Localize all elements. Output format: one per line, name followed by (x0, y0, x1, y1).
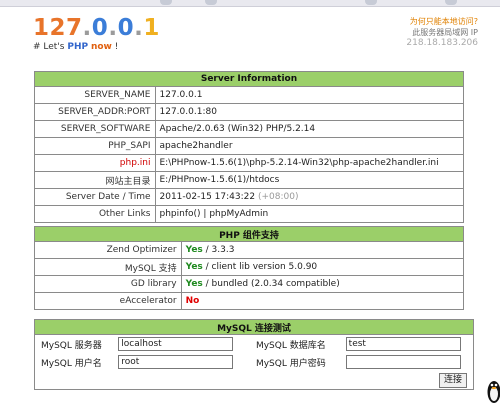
qq-penguin-icon (487, 381, 500, 403)
phpinfo-link[interactable]: phpinfo() (160, 209, 201, 219)
row-key: 网站主目录 (34, 171, 156, 189)
table-row: Other Links phpinfo() | phpMyAdmin (34, 205, 464, 223)
logo-char: 7 (66, 15, 83, 41)
logo-char: 1 (143, 15, 160, 41)
table-row: 网站主目录 E:/PHPnow-1.5.6(1)/htdocs (34, 171, 464, 189)
server-ip-info: 为何只能本地访问? 此服务器局域网 IP 218.18.183.206 (406, 16, 478, 49)
component-detail: / 3.3.3 (202, 245, 235, 255)
row-value: Yes / client lib version 5.0.90 (180, 258, 465, 276)
tab-edge (205, 0, 217, 5)
mysql-user-label: MySQL 用户名 (41, 358, 102, 369)
mysql-dbname-input[interactable]: test (345, 337, 461, 351)
row-key: GD library (34, 275, 182, 293)
status-badge: Yes (185, 279, 203, 289)
row-value: 2011-02-15 17:43:22 (+08:00) (154, 188, 464, 206)
mysql-password-label: MySQL 用户密码 (255, 358, 326, 369)
tab-edge (160, 0, 172, 5)
status-badge: Yes (185, 245, 203, 255)
mysql-user-input[interactable]: root (118, 355, 234, 369)
tagline-now: now (90, 42, 112, 52)
logo-char: 0 (117, 15, 135, 41)
timezone-offset: (+08:00) (257, 192, 299, 202)
php-ini-key: php.ini (34, 154, 156, 172)
logo-char: 0 (91, 15, 109, 41)
mysql-server-label: MySQL 服务器 (41, 340, 102, 351)
php-components-title: PHP 组件支持 (34, 226, 464, 242)
link-separator: | (200, 209, 210, 219)
component-detail: / client lib version 5.0.90 (202, 262, 318, 272)
row-key: SERVER_ADDR:PORT (34, 103, 156, 121)
component-detail: / bundled (2.0.34 compatible) (202, 279, 340, 289)
mysql-password-input[interactable] (345, 355, 461, 369)
table-row: PHP_SAPI apache2handler (34, 137, 464, 155)
row-value: apache2handler (154, 137, 464, 155)
table-row: Server Date / Time 2011-02-15 17:43:22 (+… (34, 188, 464, 206)
logo-char: . (134, 15, 144, 41)
row-key: eAccelerator (34, 292, 182, 310)
browser-tab-strip (0, 0, 500, 7)
logo-char: 1 (33, 15, 50, 41)
table-row: php.ini E:\PHPnow-1.5.6(1)\php-5.2.14-Win… (34, 154, 464, 172)
row-key: SERVER_NAME (34, 86, 156, 104)
row-value: No (180, 292, 465, 310)
logo-char: . (82, 15, 92, 41)
row-key: Zend Optimizer (34, 241, 182, 259)
table-row: eAccelerator No (34, 292, 465, 310)
logo-char: 2 (49, 15, 67, 41)
table-row: SERVER_ADDR:PORT 127.0.0.1:80 (34, 103, 464, 121)
connect-button[interactable]: 连接 (438, 372, 467, 388)
mysql-dbname-label: MySQL 数据库名 (255, 340, 326, 351)
row-value: Apache/2.0.63 (Win32) PHP/5.2.14 (154, 120, 464, 138)
row-key: SERVER_SOFTWARE (34, 120, 156, 138)
row-key: Server Date / Time (34, 188, 156, 206)
logo-char: . (108, 15, 118, 41)
table-row: GD library Yes / bundled (2.0.34 compatib… (34, 275, 465, 293)
row-key: Other Links (34, 205, 156, 223)
row-value: 127.0.0.1 (154, 86, 464, 104)
table-row: SERVER_NAME 127.0.0.1 (34, 86, 464, 104)
server-datetime: 2011-02-15 17:43:22 (159, 192, 256, 202)
row-value: E:/PHPnow-1.5.6(1)/htdocs (154, 171, 464, 189)
row-value: Yes / 3.3.3 (180, 241, 465, 259)
tagline: # Let's PHP now ! (33, 42, 118, 52)
connect-row: 连接 (35, 371, 474, 390)
server-info-title: Server Information (34, 71, 464, 87)
status-badge: No (185, 296, 200, 306)
server-info-table: Server Information SERVER_NAME 127.0.0.1 … (34, 71, 464, 223)
php-components-table: PHP 组件支持 Zend Optimizer Yes / 3.3.3 MySQL… (34, 226, 465, 310)
tab-edge (365, 0, 377, 5)
row-value: phpinfo() | phpMyAdmin (154, 205, 464, 223)
row-key: PHP_SAPI (34, 137, 156, 155)
lan-ip-value: 218.18.183.206 (406, 38, 478, 48)
table-row: Zend Optimizer Yes / 3.3.3 (34, 241, 465, 259)
table-row: MySQL 支持 Yes / client lib version 5.0.90 (34, 258, 465, 276)
phpmyadmin-link[interactable]: phpMyAdmin (209, 209, 268, 219)
tagline-php: PHP (67, 42, 89, 52)
mysql-test-form: MySQL 连接测试 MySQL 服务器 localhost MySQL 数据库… (34, 319, 474, 390)
row-key: MySQL 支持 (34, 258, 182, 276)
site-logo: 127.0.0.1 (33, 15, 160, 41)
mysql-test-title: MySQL 连接测试 (34, 319, 474, 335)
row-value: Yes / bundled (2.0.34 compatible) (180, 275, 465, 293)
table-row: SERVER_SOFTWARE Apache/2.0.63 (Win32) PHP… (34, 120, 464, 138)
mysql-server-input[interactable]: localhost (118, 337, 234, 351)
status-badge: Yes (185, 262, 203, 272)
tagline-prefix: # Let's (33, 42, 68, 52)
lan-ip-label: 此服务器局域网 IP (412, 28, 478, 37)
tab-edge (445, 0, 457, 5)
row-value: E:\PHPnow-1.5.6(1)\php-5.2.14-Win32\php-… (154, 154, 464, 172)
tagline-suffix: ! (111, 42, 119, 52)
row-value: 127.0.0.1:80 (154, 103, 464, 121)
why-local-only-link[interactable]: 为何只能本地访问? (406, 16, 478, 27)
